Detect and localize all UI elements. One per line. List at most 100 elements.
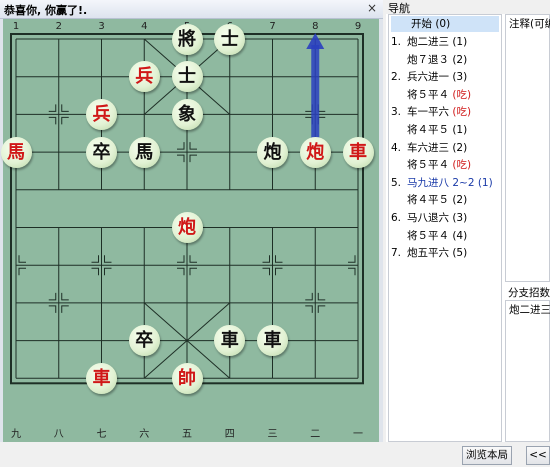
comment-box[interactable]: 注释(可编 — [505, 14, 550, 282]
point-marker — [61, 104, 69, 112]
move-number: 6. — [391, 212, 402, 224]
piece-red[interactable]: 車 — [342, 136, 374, 168]
point-marker — [177, 142, 185, 150]
point-marker — [91, 255, 99, 263]
point-marker — [189, 154, 197, 163]
move-item[interactable]: 6. 马八退六 (3) — [391, 210, 467, 227]
move-number: 2. — [391, 71, 402, 84]
point-marker — [305, 116, 313, 125]
move-item[interactable]: 4. 车六进三 (2) — [391, 140, 467, 157]
file-label-bottom: 六 — [139, 429, 150, 440]
piece-red[interactable]: 車 — [86, 362, 117, 394]
move-item[interactable]: 将４平５ (1) — [391, 122, 467, 139]
move-item[interactable]: 2. 兵六进一 (3) — [391, 69, 467, 86]
chess-board[interactable]: 123456789 九八七六五四三二一 將士兵士兵象馬卒馬炮炮車炮卒車車車帥 — [0, 19, 379, 442]
piece-black[interactable]: 馬 — [128, 136, 160, 168]
move-item[interactable]: 炮７退３ (2) — [391, 52, 467, 69]
piece-black[interactable]: 將 — [171, 23, 203, 55]
capture-mark: (吃) — [452, 106, 472, 119]
navigation-title-bar: 导航 — [386, 0, 550, 15]
file-label-top: 9 — [354, 21, 362, 32]
piece-red[interactable]: 兵 — [128, 61, 160, 93]
piece-red[interactable]: 炮 — [171, 212, 203, 243]
move-number: 3. — [391, 106, 402, 119]
piece-black[interactable]: 炮 — [257, 136, 288, 168]
point-marker — [18, 267, 26, 276]
point-marker — [61, 292, 69, 301]
point-marker — [104, 255, 112, 263]
capture-mark: (吃) — [452, 159, 472, 172]
piece-black[interactable]: 卒 — [86, 136, 117, 168]
point-marker — [104, 267, 112, 276]
move-item[interactable]: 3. 车一平六 (吃) — [391, 104, 471, 121]
move-number: 5. — [391, 176, 402, 189]
piece-red[interactable]: 馬 — [0, 136, 32, 168]
file-label-bottom: 八 — [53, 429, 64, 440]
piece-black[interactable]: 士 — [171, 61, 203, 93]
piece-black[interactable]: 卒 — [128, 325, 160, 357]
point-marker — [317, 116, 326, 125]
piece-red[interactable]: 兵 — [86, 98, 117, 130]
piece-red[interactable]: 帥 — [171, 362, 203, 394]
point-marker — [48, 116, 57, 125]
move-item[interactable]: 将５平４ (4) — [391, 228, 467, 245]
file-label-top: 2 — [55, 21, 62, 32]
point-marker — [262, 255, 270, 263]
piece-black[interactable]: 士 — [214, 23, 246, 55]
move-text: 将５平４ — [407, 88, 453, 101]
point-marker — [91, 267, 99, 276]
browse-game-button[interactable]: 浏览本局 — [462, 446, 512, 465]
branch-list[interactable]: 炮二进三 — [505, 300, 550, 442]
move-item[interactable]: 5. 马九进八 2~2 (1) — [391, 175, 493, 192]
close-icon[interactable]: × — [365, 1, 379, 15]
move-text: 将５平４ — [407, 159, 453, 172]
file-label-bottom: 二 — [310, 429, 321, 440]
move-text: 炮二进三 (1) — [407, 36, 468, 48]
move-text: 马九进八 2~2 (1) — [407, 176, 493, 189]
prev-move-button[interactable]: << — [526, 446, 550, 465]
point-marker — [348, 255, 356, 263]
move-item[interactable]: 7. 炮五平六 (5) — [391, 245, 467, 262]
point-marker — [275, 255, 283, 263]
file-label-top: 8 — [312, 21, 319, 32]
piece-black[interactable]: 車 — [257, 325, 288, 357]
move-arrow-head — [306, 33, 325, 49]
point-marker — [61, 305, 69, 313]
point-marker — [317, 305, 326, 313]
move-number: 1. — [391, 36, 402, 48]
move-list[interactable]: 开始 (0) 1. 炮二进三 (1) 炮７退３ (2) 2. 兵六进一 (3) 将５平４ … — [388, 14, 502, 442]
board-title-bar: 恭喜你, 你赢了!. × — [0, 0, 383, 19]
comment-label: 注释(可编 — [509, 18, 550, 30]
branch-label: 分支招数 — [508, 287, 550, 299]
move-text: 将４平５ (1) — [407, 124, 468, 136]
move-number: 4. — [391, 141, 402, 154]
point-marker — [61, 116, 69, 125]
move-item[interactable]: 将５平４ (吃) — [391, 157, 471, 174]
piece-red[interactable]: 炮 — [299, 136, 331, 168]
capture-mark: (吃) — [452, 88, 472, 101]
point-marker — [348, 267, 356, 276]
piece-black[interactable]: 象 — [171, 98, 203, 130]
file-label-bottom: 一 — [353, 429, 363, 440]
move-text: 车一平六 — [407, 106, 453, 119]
point-marker — [48, 305, 57, 313]
move-number: 7. — [391, 247, 402, 260]
move-item[interactable]: 将５平４ (吃) — [391, 87, 471, 104]
move-item[interactable]: 1. 炮二进三 (1) — [391, 34, 467, 51]
file-label-top: 7 — [269, 21, 276, 32]
file-label-top: 1 — [12, 21, 20, 32]
point-marker — [177, 154, 185, 163]
move-text: 兵六进一 (3) — [407, 71, 468, 84]
move-text: 炮五平六 (5) — [407, 247, 468, 260]
point-marker — [48, 104, 57, 112]
point-marker — [189, 267, 197, 276]
branch-item[interactable]: 炮二进三 — [509, 302, 550, 317]
move-item[interactable]: 将４平５ (2) — [391, 192, 467, 209]
point-marker — [317, 104, 326, 112]
file-label-bottom: 五 — [182, 429, 192, 440]
file-label-bottom: 三 — [267, 429, 278, 440]
file-label-top: 3 — [98, 21, 105, 32]
move-text: 将４平５ (2) — [407, 194, 468, 207]
point-marker — [48, 292, 57, 301]
move-start-item[interactable]: 开始 (0) — [391, 16, 499, 32]
